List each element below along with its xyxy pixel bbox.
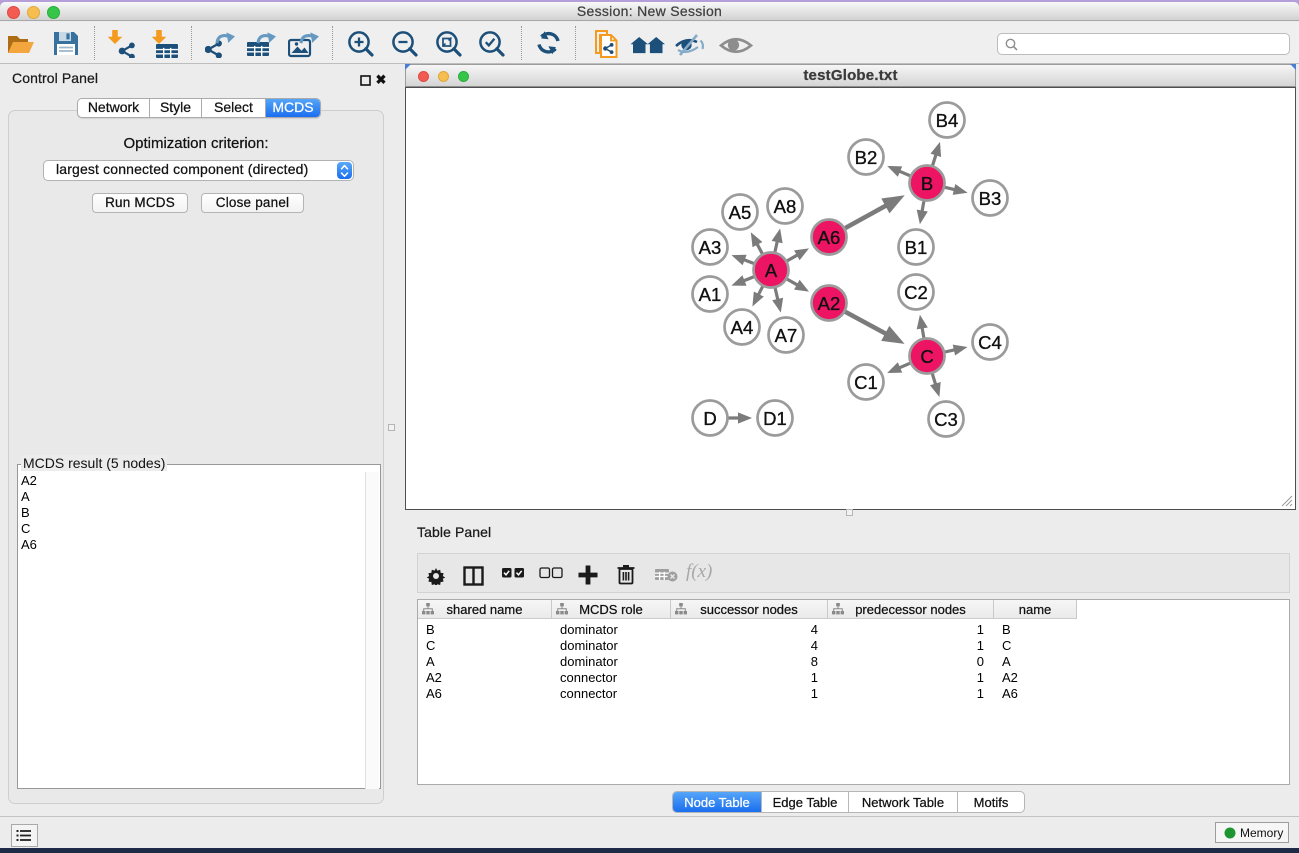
svg-text:A2: A2 [818, 293, 841, 314]
svg-text:D: D [703, 408, 716, 429]
svg-text:A7: A7 [775, 325, 798, 346]
svg-text:B2: B2 [855, 147, 878, 168]
svg-text:A1: A1 [699, 284, 722, 305]
svg-text:C4: C4 [978, 332, 1002, 353]
svg-text:B4: B4 [936, 110, 959, 131]
svg-text:A3: A3 [699, 237, 722, 258]
svg-text:C3: C3 [934, 409, 958, 430]
svg-text:A4: A4 [731, 317, 754, 338]
svg-text:B3: B3 [979, 188, 1002, 209]
svg-text:C2: C2 [904, 282, 928, 303]
svg-text:A6: A6 [818, 227, 841, 248]
svg-text:D1: D1 [763, 408, 787, 429]
svg-text:C1: C1 [854, 372, 878, 393]
svg-text:C: C [920, 346, 933, 367]
svg-text:B: B [921, 173, 933, 194]
svg-text:A8: A8 [774, 196, 797, 217]
svg-text:A: A [765, 260, 778, 281]
svg-text:A5: A5 [729, 202, 752, 223]
svg-text:B1: B1 [905, 237, 928, 258]
